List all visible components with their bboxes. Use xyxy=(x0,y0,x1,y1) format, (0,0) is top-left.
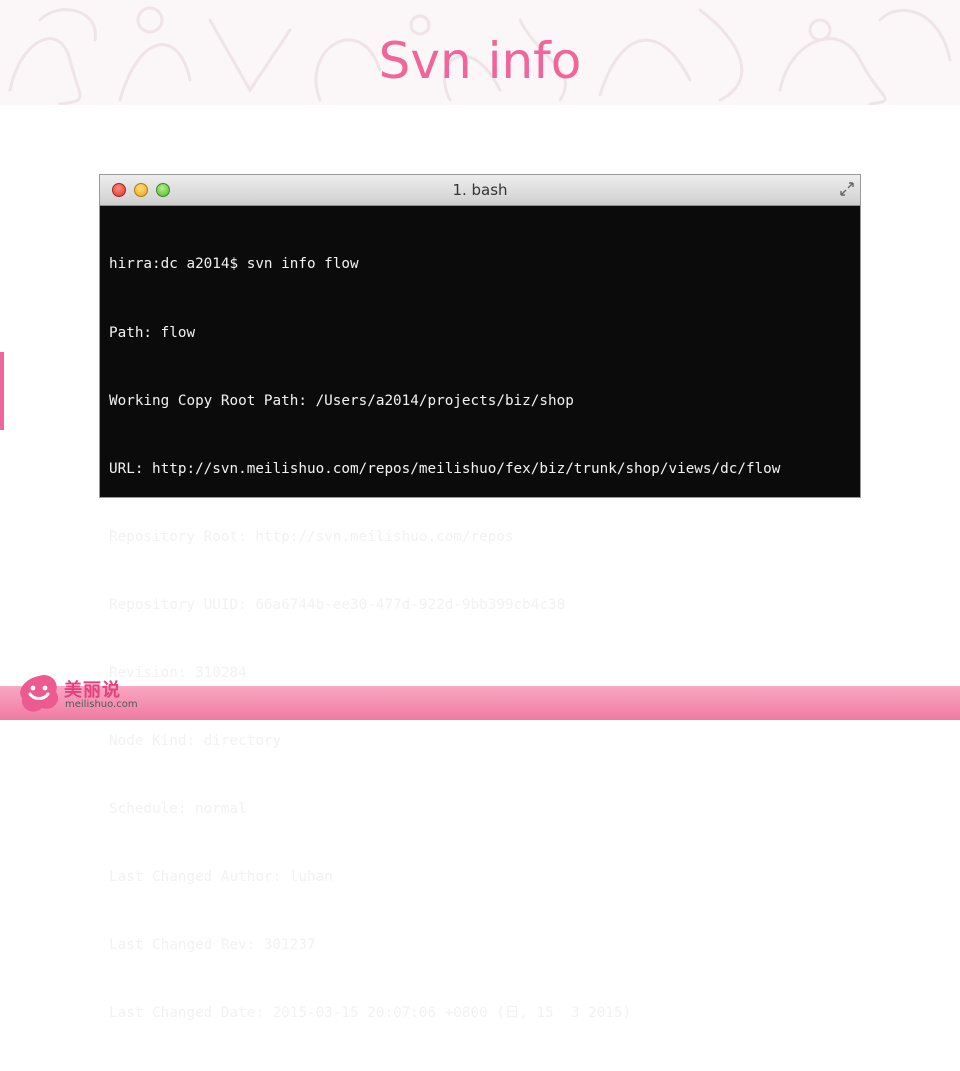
brand-url: meilishuo.com xyxy=(65,699,138,710)
brand-logo: 美丽说 meilishuo.com xyxy=(16,666,156,720)
terminal-line: Last Changed Rev: 301237 xyxy=(109,937,316,954)
fullscreen-icon[interactable] xyxy=(840,182,854,196)
terminal-line: Path: flow xyxy=(109,324,196,341)
terminal-line: Revision: 310284 xyxy=(109,664,247,681)
side-accent-bar xyxy=(0,352,4,430)
terminal-window[interactable]: 1. bash hirra:dc a2014$ svn info flow Pa… xyxy=(100,175,860,1021)
terminal-line: Repository Root: http://svn.meilishuo.co… xyxy=(109,528,514,545)
terminal-line: Last Changed Date: 2015-03-15 20:07:06 +… xyxy=(109,1005,632,1022)
slide-title: Svn info xyxy=(378,32,582,90)
terminal-line: Node Kind: directory xyxy=(109,733,282,750)
terminal-line: Repository UUID: 66a6744b-ee30-477d-922d… xyxy=(109,596,566,613)
terminal-line: hirra:dc a2014$ svn info flow xyxy=(109,256,359,273)
terminal-line: URL: http://svn.meilishuo.com/repos/meil… xyxy=(109,460,781,477)
terminal-line: Last Changed Author: luhan xyxy=(109,869,333,886)
brand-logo-icon xyxy=(20,674,59,712)
terminal-line: Working Copy Root Path: /Users/a2014/pro… xyxy=(109,392,574,409)
terminal-output[interactable]: hirra:dc a2014$ svn info flow Path: flow… xyxy=(109,208,854,1071)
window-title: 1. bash xyxy=(452,181,508,199)
terminal-line: Schedule: normal xyxy=(109,801,247,818)
terminal-titlebar[interactable]: 1. bash xyxy=(100,175,860,206)
